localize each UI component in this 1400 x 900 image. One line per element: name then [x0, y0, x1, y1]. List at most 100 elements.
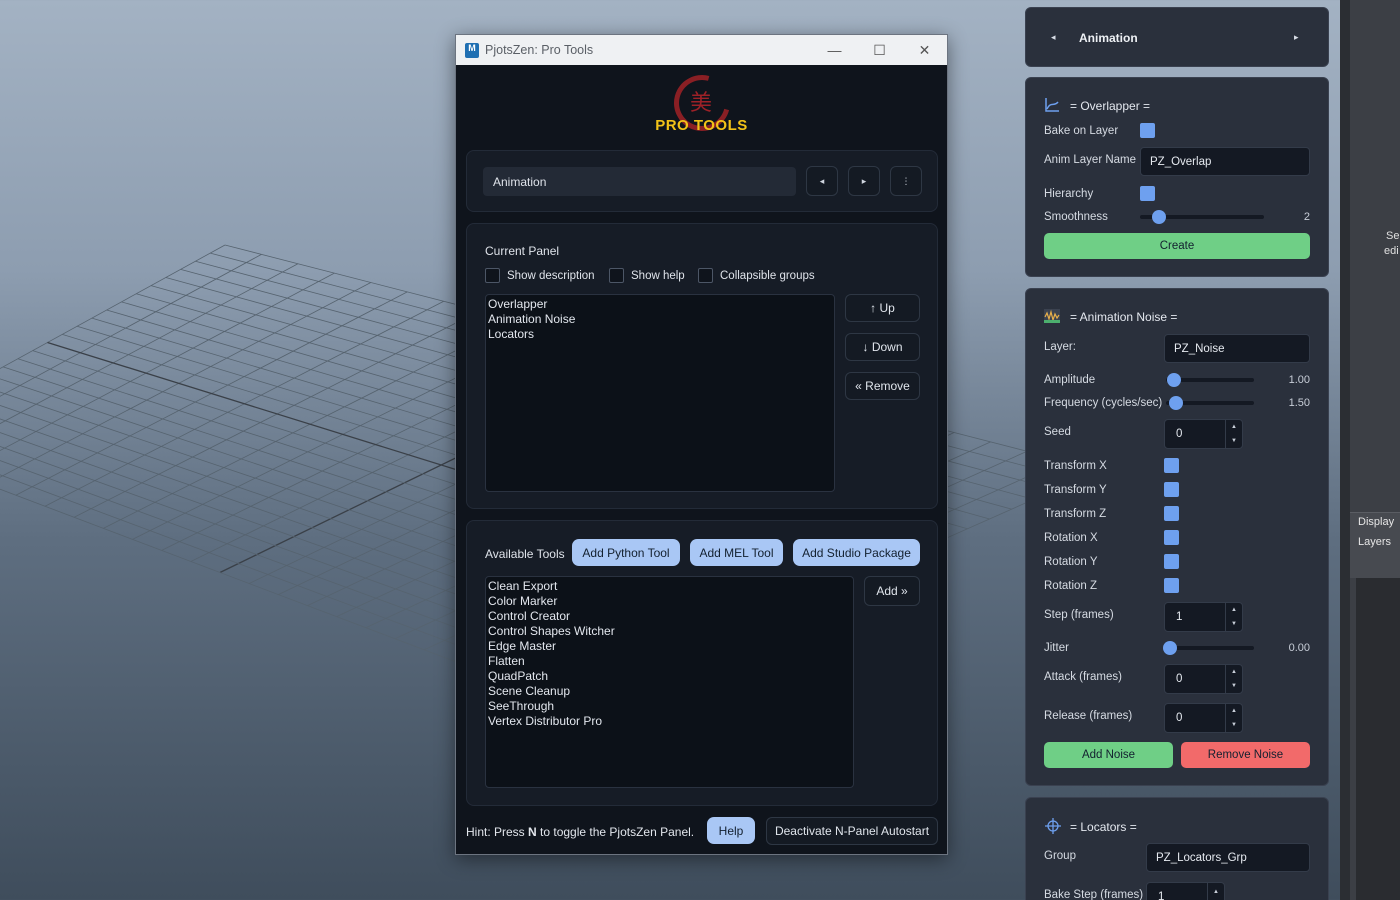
- rotation-x-checkbox[interactable]: [1164, 530, 1179, 545]
- release-label: Release (frames): [1044, 710, 1133, 722]
- amplitude-slider-handle[interactable]: [1167, 373, 1181, 387]
- rotation-x-label: Rotation X: [1044, 532, 1098, 544]
- step-spinbox[interactable]: 1 ▲ ▼: [1164, 602, 1243, 632]
- add-noise-button[interactable]: Add Noise: [1044, 742, 1173, 768]
- collapsible-groups-checkbox[interactable]: [698, 268, 713, 283]
- hierarchy-checkbox[interactable]: [1140, 186, 1155, 201]
- list-item[interactable]: Flatten: [488, 654, 851, 669]
- list-item[interactable]: Control Shapes Witcher: [488, 624, 851, 639]
- animation-noise-title: = Animation Noise =: [1070, 310, 1178, 324]
- help-button[interactable]: Help: [707, 817, 755, 844]
- remove-button[interactable]: « Remove: [845, 372, 920, 400]
- noise-waveform-icon: [1044, 309, 1060, 323]
- seed-label: Seed: [1044, 426, 1071, 438]
- list-item[interactable]: Scene Cleanup: [488, 684, 851, 699]
- attack-label: Attack (frames): [1044, 671, 1122, 683]
- current-panel-list[interactable]: Overlapper Animation Noise Locators: [485, 294, 835, 492]
- list-item[interactable]: Overlapper: [488, 297, 832, 312]
- list-item[interactable]: Color Marker: [488, 594, 851, 609]
- spin-arrows-icon[interactable]: ▲ ▼: [1225, 420, 1242, 448]
- hint-post: to toggle the PjotsZen Panel.: [536, 825, 695, 839]
- bake-step-label: Bake Step (frames): [1044, 889, 1144, 900]
- panel-select[interactable]: Animation: [483, 167, 796, 196]
- seed-spinbox[interactable]: 0 ▲ ▼: [1164, 419, 1243, 449]
- npanel-prev-icon[interactable]: ◂: [1051, 32, 1056, 43]
- locator-group-input[interactable]: PZ_Locators_Grp: [1146, 843, 1310, 872]
- add-python-tool-button[interactable]: Add Python Tool: [572, 539, 680, 566]
- deactivate-autostart-button[interactable]: Deactivate N-Panel Autostart: [766, 817, 938, 845]
- list-item[interactable]: Locators: [488, 327, 832, 342]
- window-title: PjotsZen: Pro Tools: [485, 43, 594, 57]
- locators-card: = Locators = Group PZ_Locators_Grp Bake …: [1025, 797, 1329, 900]
- add-mel-tool-button[interactable]: Add MEL Tool: [690, 539, 783, 566]
- display-tab[interactable]: Display: [1358, 516, 1394, 528]
- smoothness-slider-handle[interactable]: [1151, 210, 1166, 224]
- title-bar[interactable]: M PjotsZen: Pro Tools — ☐ ✕: [456, 35, 947, 65]
- noise-layer-input[interactable]: PZ_Noise: [1164, 334, 1310, 363]
- logo-kanji: 美: [690, 91, 713, 116]
- jitter-label: Jitter: [1044, 642, 1069, 654]
- list-item[interactable]: Clean Export: [488, 579, 851, 594]
- spin-arrows-icon[interactable]: ▲ ▼: [1225, 704, 1242, 732]
- anim-layer-name-input[interactable]: PZ_Overlap: [1140, 147, 1310, 176]
- layers-tab[interactable]: Layers: [1358, 536, 1391, 548]
- show-description-checkbox[interactable]: [485, 268, 500, 283]
- rotation-z-checkbox[interactable]: [1164, 578, 1179, 593]
- next-panel-button[interactable]: ▸: [848, 166, 880, 196]
- list-item[interactable]: QuadPatch: [488, 669, 851, 684]
- list-item[interactable]: Edge Master: [488, 639, 851, 654]
- list-item[interactable]: Animation Noise: [488, 312, 832, 327]
- move-up-button[interactable]: ↑ Up: [845, 294, 920, 322]
- sidebar-text-sel: Sel: [1386, 230, 1400, 242]
- available-tools-list[interactable]: Clean Export Color Marker Control Creator C…: [485, 576, 854, 788]
- jitter-slider-handle[interactable]: [1163, 641, 1177, 655]
- list-item[interactable]: Control Creator: [488, 609, 851, 624]
- transform-z-label: Transform Z: [1044, 508, 1107, 520]
- spin-arrows-icon[interactable]: ▲ ▼: [1225, 665, 1242, 693]
- collapsible-groups-label: Collapsible groups: [720, 270, 815, 282]
- minimize-button[interactable]: —: [812, 35, 857, 65]
- transform-x-checkbox[interactable]: [1164, 458, 1179, 473]
- npanel-title: Animation: [1079, 31, 1138, 45]
- show-help-checkbox[interactable]: [609, 268, 624, 283]
- hint-text: Hint: Press N to toggle the PjotsZen Pan…: [466, 825, 694, 839]
- maya-app-icon: M: [465, 42, 479, 58]
- rotation-y-checkbox[interactable]: [1164, 554, 1179, 569]
- move-down-button[interactable]: ↓ Down: [845, 333, 920, 361]
- npanel-header-card: ◂ Animation ▸: [1025, 7, 1329, 67]
- amplitude-label: Amplitude: [1044, 374, 1096, 386]
- kebab-menu-icon: ⋮: [901, 175, 911, 186]
- transform-y-checkbox[interactable]: [1164, 482, 1179, 497]
- release-value: 0: [1176, 712, 1183, 724]
- list-item[interactable]: SeeThrough: [488, 699, 851, 714]
- panel-menu-button[interactable]: ⋮: [890, 166, 922, 196]
- bake-on-layer-checkbox[interactable]: [1140, 123, 1155, 138]
- panel-select-value: Animation: [493, 174, 547, 189]
- remove-noise-button[interactable]: Remove Noise: [1181, 742, 1310, 768]
- anim-layer-name-label: Anim Layer Name: [1044, 154, 1137, 166]
- spin-arrows-icon[interactable]: ▲ ▼: [1225, 603, 1242, 631]
- jitter-slider[interactable]: [1166, 646, 1254, 650]
- add-studio-package-button[interactable]: Add Studio Package: [793, 539, 920, 566]
- overlapper-curve-icon: [1045, 98, 1059, 112]
- spin-arrows-icon[interactable]: ▲: [1207, 883, 1224, 900]
- bake-on-layer-label: Bake on Layer: [1044, 125, 1119, 137]
- close-button[interactable]: ✕: [902, 35, 947, 65]
- triangle-right-icon: ▸: [861, 175, 867, 186]
- release-spinbox[interactable]: 0 ▲ ▼: [1164, 703, 1243, 733]
- npanel-next-icon[interactable]: ▸: [1294, 32, 1299, 43]
- seed-value: 0: [1176, 428, 1183, 440]
- list-item[interactable]: Vertex Distributor Pro: [488, 714, 851, 729]
- group-label: Group: [1044, 850, 1076, 862]
- noise-layer-label: Layer:: [1044, 341, 1076, 353]
- overlapper-card: = Overlapper = Bake on Layer Anim Layer …: [1025, 77, 1329, 277]
- transform-z-checkbox[interactable]: [1164, 506, 1179, 521]
- prev-panel-button[interactable]: ◂: [806, 166, 838, 196]
- create-button[interactable]: Create: [1044, 233, 1310, 259]
- attack-spinbox[interactable]: 0 ▲ ▼: [1164, 664, 1243, 694]
- add-tool-button[interactable]: Add »: [864, 576, 920, 606]
- maximize-button[interactable]: ☐: [857, 35, 902, 65]
- bake-step-spinbox[interactable]: 1 ▲: [1146, 882, 1225, 900]
- attack-value: 0: [1176, 673, 1183, 685]
- frequency-slider-handle[interactable]: [1169, 396, 1183, 410]
